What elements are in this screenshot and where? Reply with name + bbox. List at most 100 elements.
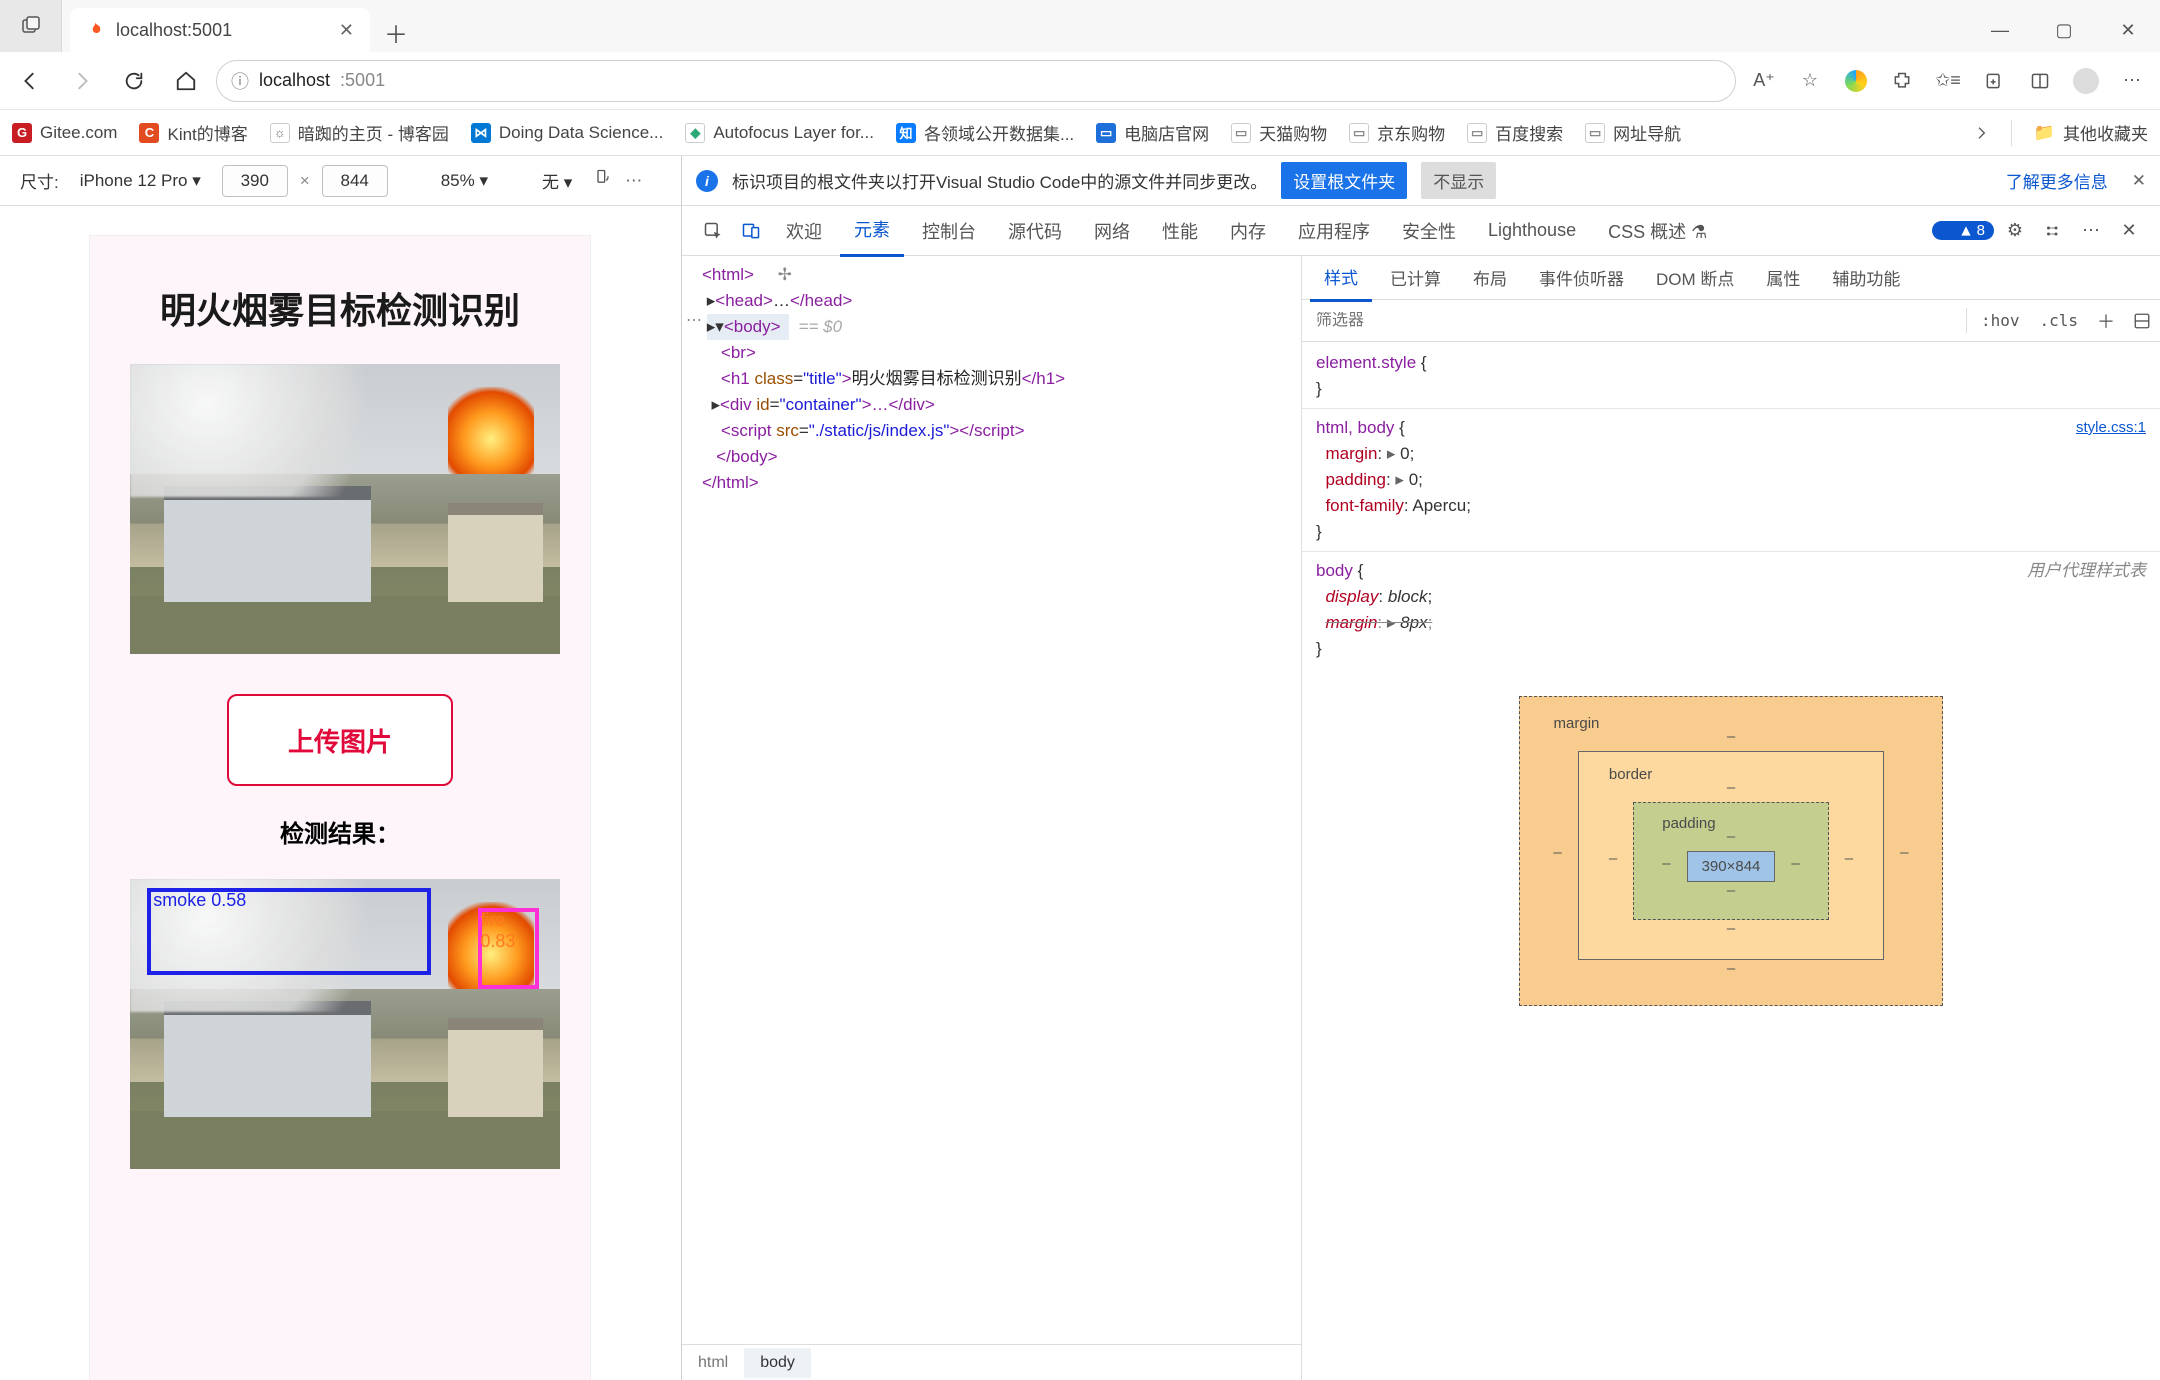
times-icon: ×: [300, 171, 310, 191]
tab-network[interactable]: 网络: [1080, 206, 1144, 256]
result-label: 检测结果：: [130, 814, 550, 849]
workspace-info-bar: i 标识项目的根文件夹以打开Visual Studio Code中的源文件并同步…: [682, 156, 2160, 206]
tab-actions-icon[interactable]: [0, 0, 62, 52]
dom-tree[interactable]: <html> ✢ ▸<head>…</head> ▸▾<body>== $0 <…: [682, 256, 1301, 1344]
device-toolbar: 尺寸: iPhone 12 Pro ▾ 390 × 844 85% ▾ 无 ▾ …: [0, 156, 681, 206]
read-aloud-icon[interactable]: A⁺: [1744, 61, 1784, 101]
detection-box-smoke: smoke 0.58: [147, 888, 431, 975]
bookmark-item[interactable]: ▭电脑店官网: [1096, 120, 1209, 145]
devtools-pane: i 标识项目的根文件夹以打开Visual Studio Code中的源文件并同步…: [682, 156, 2160, 1380]
favorites-list-icon[interactable]: ✩≡: [1928, 61, 1968, 101]
tab-memory[interactable]: 内存: [1216, 206, 1280, 256]
url-field[interactable]: ⓘ localhost:5001: [216, 60, 1736, 102]
toolbar-icons: A⁺ ☆ ✩≡ ⋯: [1744, 61, 2152, 101]
site-info-icon[interactable]: ⓘ: [231, 68, 249, 94]
subtab-styles[interactable]: 样式: [1310, 254, 1372, 302]
new-tab-button[interactable]: ＋: [376, 12, 416, 52]
tab-close-icon[interactable]: ✕: [339, 20, 354, 41]
bookmark-item[interactable]: ▭天猫购物: [1231, 120, 1327, 145]
extension-color-icon[interactable]: [1836, 61, 1876, 101]
tab-elements[interactable]: 元素: [840, 204, 904, 257]
more-icon[interactable]: ⋯: [2112, 61, 2152, 101]
favorite-icon[interactable]: ☆: [1790, 61, 1830, 101]
tab-css-overview[interactable]: CSS 概述 ⚗: [1594, 206, 1721, 256]
subtab-layout[interactable]: 布局: [1459, 255, 1521, 300]
main-split: 尺寸: iPhone 12 Pro ▾ 390 × 844 85% ▾ 无 ▾ …: [0, 156, 2160, 1380]
new-rule-icon[interactable]: ＋: [2088, 303, 2124, 339]
bookmark-item[interactable]: 知各领域公开数据集...: [896, 120, 1074, 145]
computed-toggle-icon[interactable]: [2124, 303, 2160, 339]
crumb-body[interactable]: body: [744, 1348, 811, 1378]
subtab-listeners[interactable]: 事件侦听器: [1525, 255, 1638, 300]
bookmark-overflow-icon[interactable]: [1973, 125, 1989, 141]
tab-lighthouse[interactable]: Lighthouse: [1474, 208, 1590, 253]
browser-tab[interactable]: localhost:5001 ✕: [70, 8, 370, 52]
inspect-icon[interactable]: [696, 214, 730, 248]
bookmark-item[interactable]: ▭百度搜索: [1467, 120, 1563, 145]
info-close-icon[interactable]: ✕: [2132, 171, 2146, 191]
collections-icon[interactable]: [1974, 61, 2014, 101]
width-input[interactable]: 390: [222, 165, 288, 197]
minimize-button[interactable]: ―: [1968, 8, 2032, 52]
bookmark-item[interactable]: ◆Autofocus Layer for...: [685, 123, 874, 143]
tab-application[interactable]: 应用程序: [1284, 206, 1384, 256]
issues-badge[interactable]: 8: [1932, 221, 1994, 240]
bookmarks-bar: GGitee.com CKint的博客 ☼暗踟的主页 - 博客园 ⋈Doing …: [0, 110, 2160, 156]
bookmark-item[interactable]: GGitee.com: [12, 123, 117, 143]
throttle-select[interactable]: 无 ▾: [533, 163, 581, 198]
extensions-icon[interactable]: [1882, 61, 1922, 101]
chevron-down-icon: ▾: [192, 171, 201, 190]
tab-security[interactable]: 安全性: [1388, 206, 1470, 256]
bookmark-item[interactable]: ▭京东购物: [1349, 120, 1445, 145]
gutter-dots-icon[interactable]: ⋯: [686, 310, 700, 330]
tab-welcome[interactable]: 欢迎: [772, 206, 836, 256]
settings-icon[interactable]: ⚙: [1998, 214, 2032, 248]
bookmark-item[interactable]: ☼暗踟的主页 - 博客园: [270, 120, 449, 145]
tab-console[interactable]: 控制台: [908, 206, 990, 256]
cls-toggle[interactable]: .cls: [2029, 305, 2088, 336]
device-more-icon[interactable]: ⋯: [625, 171, 642, 191]
subtab-computed[interactable]: 已计算: [1376, 255, 1455, 300]
devtools-close-icon[interactable]: ✕: [2112, 214, 2146, 248]
tab-title: localhost:5001: [116, 20, 327, 41]
result-image: smoke 0.58 fire 0.83: [130, 879, 560, 1169]
back-button[interactable]: [8, 59, 52, 103]
devtools-more-icon[interactable]: ⋯: [2074, 214, 2108, 248]
forward-button[interactable]: [60, 59, 104, 103]
bookmark-item[interactable]: CKint的博客: [139, 120, 247, 145]
size-label: 尺寸:: [20, 168, 59, 193]
bookmark-item[interactable]: ▭网址导航: [1585, 120, 1681, 145]
rotate-icon[interactable]: [593, 168, 613, 193]
tab-performance[interactable]: 性能: [1148, 206, 1212, 256]
device-toggle-icon[interactable]: [734, 214, 768, 248]
learn-more-link[interactable]: 了解更多信息: [2006, 168, 2108, 193]
bookmark-item[interactable]: ⋈Doing Data Science...: [471, 123, 663, 143]
preview-area: 明火烟雾目标检测识别 上传图片 检测结果：: [0, 206, 681, 1380]
info-icon: i: [696, 170, 718, 192]
tab-sources[interactable]: 源代码: [994, 206, 1076, 256]
set-root-button[interactable]: 设置根文件夹: [1281, 162, 1407, 199]
upload-button[interactable]: 上传图片: [227, 694, 453, 786]
height-input[interactable]: 844: [322, 165, 388, 197]
browser-split-icon[interactable]: [2020, 61, 2060, 101]
other-bookmarks-folder[interactable]: 📁其他收藏夹: [2034, 120, 2148, 145]
subtab-a11y[interactable]: 辅助功能: [1818, 255, 1914, 300]
maximize-button[interactable]: ▢: [2032, 8, 2096, 52]
crumb-html[interactable]: html: [682, 1348, 744, 1378]
home-button[interactable]: [164, 59, 208, 103]
close-window-button[interactable]: ✕: [2096, 8, 2160, 52]
device-select[interactable]: iPhone 12 Pro ▾: [71, 166, 210, 196]
info-message: 标识项目的根文件夹以打开Visual Studio Code中的源文件并同步更改…: [732, 168, 1267, 193]
zoom-select[interactable]: 85% ▾: [432, 166, 497, 196]
profile-icon[interactable]: [2066, 61, 2106, 101]
hov-toggle[interactable]: :hov: [1971, 305, 2030, 336]
hide-button[interactable]: 不显示: [1421, 162, 1496, 199]
styles-filter-input[interactable]: [1302, 312, 1962, 330]
app-title: 明火烟雾目标检测识别: [130, 282, 550, 334]
reload-button[interactable]: [112, 59, 156, 103]
subtab-dom-bp[interactable]: DOM 断点: [1642, 255, 1748, 300]
styles-sub-tabs: 样式 已计算 布局 事件侦听器 DOM 断点 属性 辅助功能: [1302, 256, 2160, 300]
dock-icon[interactable]: [2036, 214, 2070, 248]
subtab-props[interactable]: 属性: [1752, 255, 1814, 300]
css-rules[interactable]: element.style { } style.css:1html, body …: [1302, 342, 2160, 670]
